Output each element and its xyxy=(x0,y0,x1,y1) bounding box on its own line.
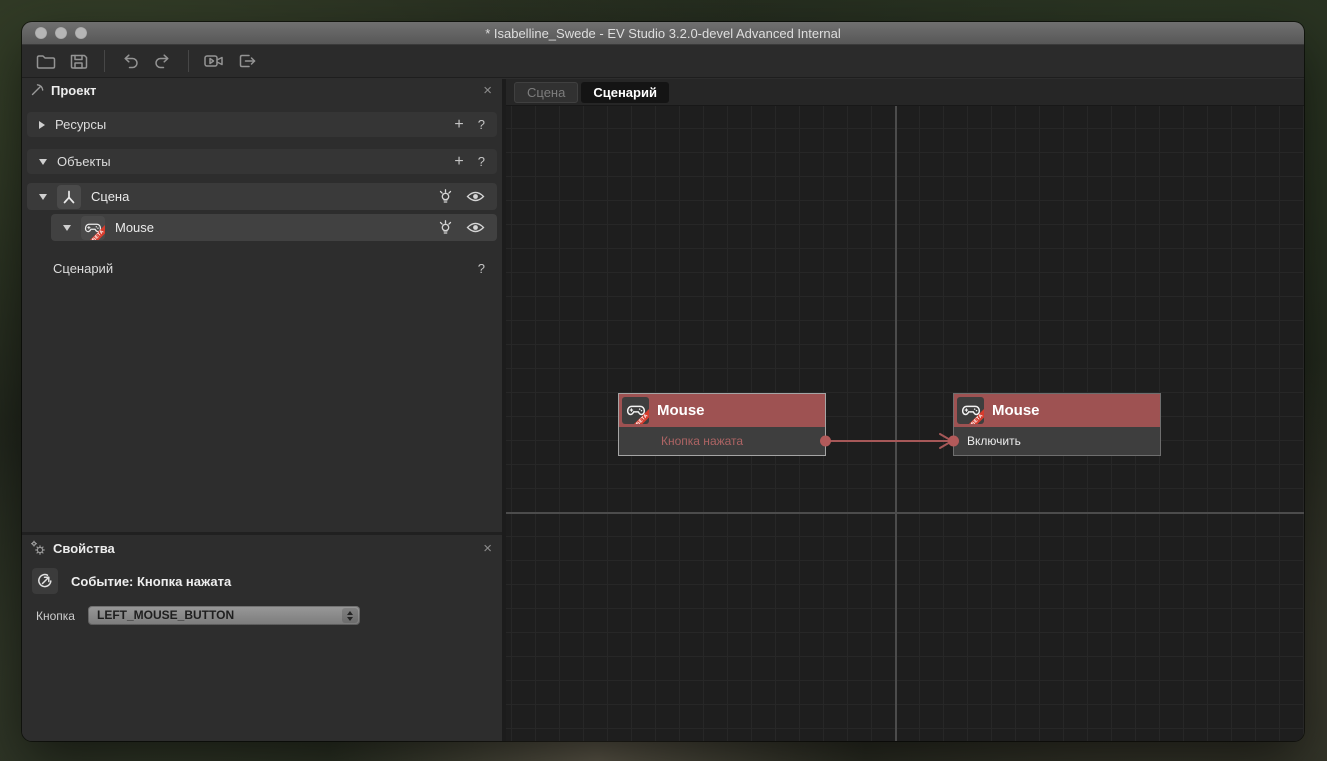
node-body: Кнопка нажата xyxy=(619,427,825,455)
input-port-label: Включить xyxy=(967,434,1021,448)
save-button[interactable] xyxy=(65,48,93,74)
light-toggle-icon[interactable] xyxy=(437,219,454,236)
desktop-wallpaper: * Isabelline_Swede - EV Studio 3.2.0-dev… xyxy=(0,0,1327,761)
node-mouse-event[interactable]: BETA Mouse Кнопка нажата xyxy=(618,393,826,456)
event-icon xyxy=(32,568,58,594)
node-title: Mouse xyxy=(657,402,705,419)
node-header[interactable]: BETA Mouse xyxy=(619,394,825,427)
output-port-label: Кнопка нажата xyxy=(661,434,743,448)
redo-button[interactable] xyxy=(149,48,177,74)
project-panel-title: Проект xyxy=(51,83,96,98)
properties-panel: Свойства × Событие: Кнопка нажата xyxy=(22,532,502,741)
close-properties-panel-button[interactable]: × xyxy=(483,541,492,556)
node-body: Включить xyxy=(954,427,1160,455)
close-window-button[interactable] xyxy=(35,27,47,39)
save-icon xyxy=(68,51,90,71)
traffic-lights xyxy=(35,22,87,44)
mouse-label: Mouse xyxy=(115,220,154,235)
node-mouse-action[interactable]: BETA Mouse Включить xyxy=(953,393,1161,456)
tree-item-scene[interactable]: Сцена xyxy=(27,183,497,210)
zoom-window-button[interactable] xyxy=(75,27,87,39)
visibility-eye-icon[interactable] xyxy=(466,190,485,203)
button-field-label: Кнопка xyxy=(36,609,88,623)
window-title: * Isabelline_Swede - EV Studio 3.2.0-dev… xyxy=(22,26,1304,41)
input-port-dot[interactable] xyxy=(948,436,959,447)
resources-label: Ресурсы xyxy=(55,117,106,132)
toolbar-separator xyxy=(188,50,189,72)
button-field-row: Кнопка LEFT_MOUSE_BUTTON xyxy=(36,606,492,625)
open-folder-button[interactable] xyxy=(32,48,60,74)
project-panel-header: Проект × xyxy=(22,79,502,101)
chevron-down-icon[interactable] xyxy=(39,194,47,200)
undo-button[interactable] xyxy=(116,48,144,74)
grid-origin-horizontal-axis xyxy=(506,512,1304,514)
title-bar[interactable]: * Isabelline_Swede - EV Studio 3.2.0-dev… xyxy=(22,22,1304,45)
gears-icon xyxy=(30,540,46,556)
resources-help-button[interactable]: ? xyxy=(478,118,485,131)
node-header[interactable]: BETA Mouse xyxy=(954,394,1160,427)
app-window: * Isabelline_Swede - EV Studio 3.2.0-dev… xyxy=(22,22,1304,741)
close-project-panel-button[interactable]: × xyxy=(483,83,492,98)
run-preview-button[interactable] xyxy=(200,48,228,74)
project-panel: Проект × Ресурсы + ? Объекты + xyxy=(22,79,506,741)
mouse-button-select[interactable]: LEFT_MOUSE_BUTTON xyxy=(88,606,360,625)
node-title: Mouse xyxy=(992,402,1040,419)
editor-canvas: Сцена Сценарий xyxy=(506,79,1304,741)
export-icon xyxy=(236,51,258,71)
output-port-dot[interactable] xyxy=(820,436,831,447)
properties-panel-header: Свойства × xyxy=(22,537,502,559)
tab-scenario[interactable]: Сценарий xyxy=(581,82,669,103)
main-toolbar xyxy=(22,45,1304,78)
event-title: Событие: Кнопка нажата xyxy=(71,574,231,589)
properties-panel-title: Свойства xyxy=(53,541,115,556)
mouse-object-icon: BETA xyxy=(81,216,105,240)
chevron-right-icon[interactable] xyxy=(39,121,45,129)
visibility-eye-icon[interactable] xyxy=(466,221,485,234)
chevron-down-icon[interactable] xyxy=(63,225,71,231)
section-objects[interactable]: Объекты + ? xyxy=(27,149,497,174)
open-folder-icon xyxy=(35,51,57,71)
scenario-label: Сценарий xyxy=(53,261,113,276)
mouse-object-icon: BETA xyxy=(622,397,649,424)
scenario-help-button[interactable]: ? xyxy=(478,262,485,275)
pickaxe-icon xyxy=(30,83,44,97)
section-resources[interactable]: Ресурсы + ? xyxy=(27,112,497,137)
editor-tab-bar: Сцена Сценарий xyxy=(506,79,1304,106)
main-split: Проект × Ресурсы + ? Объекты + xyxy=(22,79,1304,741)
export-button[interactable] xyxy=(233,48,261,74)
scene-label: Сцена xyxy=(91,189,129,204)
objects-label: Объекты xyxy=(57,154,111,169)
node-graph-grid[interactable]: BETA Mouse Кнопка нажата xyxy=(506,106,1304,741)
tab-scene[interactable]: Сцена xyxy=(514,82,578,103)
tree-item-scenario[interactable]: Сценарий ? xyxy=(27,256,497,280)
select-stepper-icon[interactable] xyxy=(342,608,358,623)
minimize-window-button[interactable] xyxy=(55,27,67,39)
objects-help-button[interactable]: ? xyxy=(478,155,485,168)
chevron-down-icon[interactable] xyxy=(39,159,47,165)
add-resource-button[interactable]: + xyxy=(454,117,463,133)
add-object-button[interactable]: + xyxy=(454,154,463,170)
mouse-button-select-value: LEFT_MOUSE_BUTTON xyxy=(88,606,360,625)
mouse-object-icon: BETA xyxy=(957,397,984,424)
run-preview-icon xyxy=(202,51,226,71)
toolbar-separator xyxy=(104,50,105,72)
tree-item-mouse[interactable]: BETA Mouse xyxy=(51,214,497,241)
scene-icon xyxy=(57,185,81,209)
grid-origin-vertical-axis xyxy=(895,106,897,741)
light-toggle-icon[interactable] xyxy=(437,188,454,205)
undo-icon xyxy=(119,51,141,71)
event-row: Событие: Кнопка нажата xyxy=(32,568,492,594)
redo-icon xyxy=(152,51,174,71)
